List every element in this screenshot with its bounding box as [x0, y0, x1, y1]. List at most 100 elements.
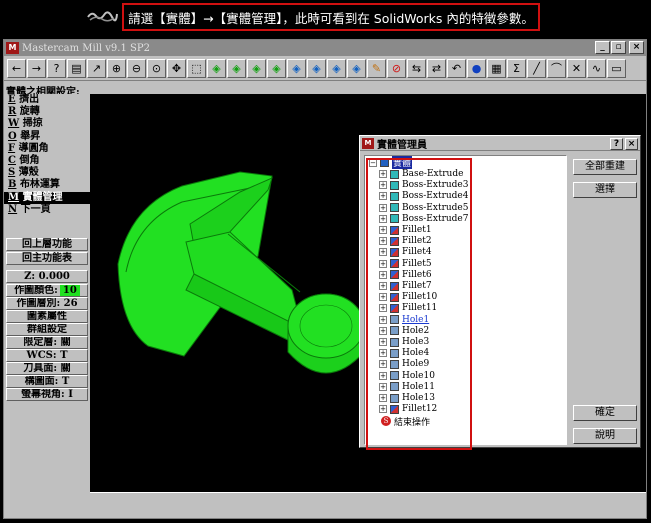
expand-icon[interactable]: + [379, 382, 387, 391]
menu-item-revolve[interactable]: R 旋轉 [4, 106, 90, 118]
tree-item-boss-extrude4[interactable]: + Boss-Extrude4 [379, 191, 469, 202]
layer-field[interactable]: 作圖層別: 26 [6, 297, 88, 310]
tree-item-fillet11[interactable]: + Fillet11 [379, 303, 437, 314]
expand-icon[interactable]: + [379, 326, 387, 335]
tree-item-fillet1[interactable]: + Fillet1 [379, 225, 432, 236]
tree-item-fillet4[interactable]: + Fillet4 [379, 247, 432, 258]
group-field[interactable]: 群組設定 [6, 323, 88, 336]
tree-item-hole13[interactable]: + Hole13 [379, 393, 435, 404]
expand-icon[interactable]: + [379, 170, 387, 178]
expand-icon[interactable]: + [379, 360, 387, 369]
tree-item-fillet5[interactable]: + Fillet5 [379, 258, 432, 269]
tree-item-hole9[interactable]: + Hole9 [379, 359, 429, 370]
cross-icon[interactable]: ✕ [567, 59, 586, 78]
no-entry-icon[interactable]: ⊘ [387, 59, 406, 78]
cube-view-2-icon[interactable]: ◈ [227, 59, 246, 78]
menu-item-chamfer[interactable]: C 倒角 [4, 155, 90, 167]
tree-item-fillet6[interactable]: + Fillet6 [379, 269, 432, 280]
cube-view-8-icon[interactable]: ◈ [347, 59, 366, 78]
tree-item-hole4[interactable]: + Hole4 [379, 348, 429, 359]
tree-item-boss-extrude5[interactable]: + Boss-Extrude5 [379, 202, 469, 213]
cube-view-7-icon[interactable]: ◈ [327, 59, 346, 78]
expand-icon[interactable]: + [379, 226, 387, 234]
dialog-help-button[interactable]: ? [610, 138, 623, 150]
arc-icon[interactable]: ⌒ [547, 59, 566, 78]
expand-icon[interactable]: + [379, 181, 387, 190]
pan-icon[interactable]: ✥ [167, 59, 186, 78]
tree-item-fillet2[interactable]: + Fillet2 [379, 236, 432, 247]
maximize-button[interactable]: ▫ [611, 41, 626, 54]
wcs-field[interactable]: WCS: T [6, 349, 88, 362]
expand-icon[interactable]: + [379, 304, 387, 313]
menu-item-sweep[interactable]: W 掃掠 [4, 118, 90, 130]
close-button[interactable]: × [629, 41, 644, 54]
menu-item-next-page[interactable]: N 下一頁 [4, 204, 90, 216]
expand-icon[interactable]: + [379, 293, 387, 302]
expand-icon[interactable]: + [379, 259, 387, 268]
expand-icon[interactable]: + [379, 371, 387, 380]
select-box-icon[interactable]: ⬚ [187, 59, 206, 78]
menu-item-solid-manager[interactable]: M 實體管理 [4, 191, 90, 204]
collapse-icon[interactable]: − [369, 158, 377, 167]
menu-item-boolean[interactable]: B 布林運算 [4, 179, 90, 191]
tree-item-fillet7[interactable]: + Fillet7 [379, 281, 432, 292]
select-button[interactable]: 選擇 [573, 182, 637, 198]
expand-icon[interactable]: + [379, 338, 387, 346]
slash-icon[interactable]: ╱ [527, 59, 546, 78]
minimize-button[interactable]: _ [595, 41, 610, 54]
expand-icon[interactable]: + [379, 237, 387, 246]
tree-item-hole1[interactable]: + Hole1 [379, 314, 429, 325]
cube-view-5-icon[interactable]: ◈ [287, 59, 306, 78]
zoom-in-icon[interactable]: ⊕ [107, 59, 126, 78]
expand-icon[interactable]: + [379, 192, 387, 201]
z-depth-field[interactable]: Z: 0.000 [6, 270, 88, 283]
menu-item-loft[interactable]: O 舉昇 [4, 131, 90, 143]
back-arrow-icon[interactable]: ← [7, 59, 26, 78]
back-level-button[interactable]: 回上層功能 [6, 238, 88, 251]
shade-sphere-icon[interactable]: ● [467, 59, 486, 78]
tree-item-hole11[interactable]: + Hole11 [379, 381, 435, 392]
menu-item-extrude[interactable]: E 擠出 [4, 94, 90, 106]
graphics-view-field[interactable]: 螢幕視角: I [6, 388, 88, 401]
expand-icon[interactable]: + [379, 394, 387, 402]
expand-icon[interactable]: + [379, 315, 387, 324]
undo-icon[interactable]: ↶ [447, 59, 466, 78]
analyze-icon[interactable]: ↗ [87, 59, 106, 78]
tree-item-fillet10[interactable]: + Fillet10 [379, 292, 437, 303]
eraser-icon[interactable]: ✎ [367, 59, 386, 78]
tree-item-hole2[interactable]: + Hole2 [379, 325, 429, 336]
expand-icon[interactable]: + [379, 282, 387, 290]
expand-icon[interactable]: + [379, 214, 387, 223]
sum-icon[interactable]: Σ [507, 59, 526, 78]
rectangle-icon[interactable]: ▭ [607, 59, 626, 78]
zoom-window-icon[interactable]: ⊙ [147, 59, 166, 78]
dialog-close-button[interactable]: × [625, 138, 638, 150]
expand-icon[interactable]: + [379, 405, 387, 414]
swap-icon[interactable]: ⇄ [427, 59, 446, 78]
construction-plane-field[interactable]: 構圖面: T [6, 375, 88, 388]
end-operation-item[interactable]: S 結束操作 [381, 416, 430, 428]
main-menu-button[interactable]: 回主功能表 [6, 252, 88, 265]
tool-plane-field[interactable]: 刀具面: 關 [6, 362, 88, 375]
cube-view-1-icon[interactable]: ◈ [207, 59, 226, 78]
mask-field[interactable]: 限定層: 關 [6, 336, 88, 349]
cube-view-4-icon[interactable]: ◈ [267, 59, 286, 78]
rebuild-all-button[interactable]: 全部重建 [573, 159, 637, 175]
expand-icon[interactable]: + [379, 248, 387, 257]
tree-item-hole3[interactable]: + Hole3 [379, 337, 429, 348]
cube-view-6-icon[interactable]: ◈ [307, 59, 326, 78]
notes-icon[interactable]: ▤ [67, 59, 86, 78]
feature-tree[interactable]: − 實體 + Base-Extrude + Boss-Extrude3 + Boss-Ex… [364, 155, 567, 450]
transfer-icon[interactable]: ⇆ [407, 59, 426, 78]
expand-icon[interactable]: + [379, 270, 387, 279]
construction-color-field[interactable]: 作圖顏色: 10 [6, 284, 88, 297]
tree-root[interactable]: − 實體 [369, 156, 413, 169]
ok-button[interactable]: 確定 [573, 405, 637, 421]
help-button[interactable]: 說明 [573, 428, 637, 444]
forward-arrow-icon[interactable]: → [27, 59, 46, 78]
spline-icon[interactable]: ∿ [587, 59, 606, 78]
cube-view-3-icon[interactable]: ◈ [247, 59, 266, 78]
tree-item-boss-extrude7[interactable]: + Boss-Extrude7 [379, 213, 469, 224]
tree-item-boss-extrude3[interactable]: + Boss-Extrude3 [379, 180, 469, 191]
zoom-out-icon[interactable]: ⊖ [127, 59, 146, 78]
